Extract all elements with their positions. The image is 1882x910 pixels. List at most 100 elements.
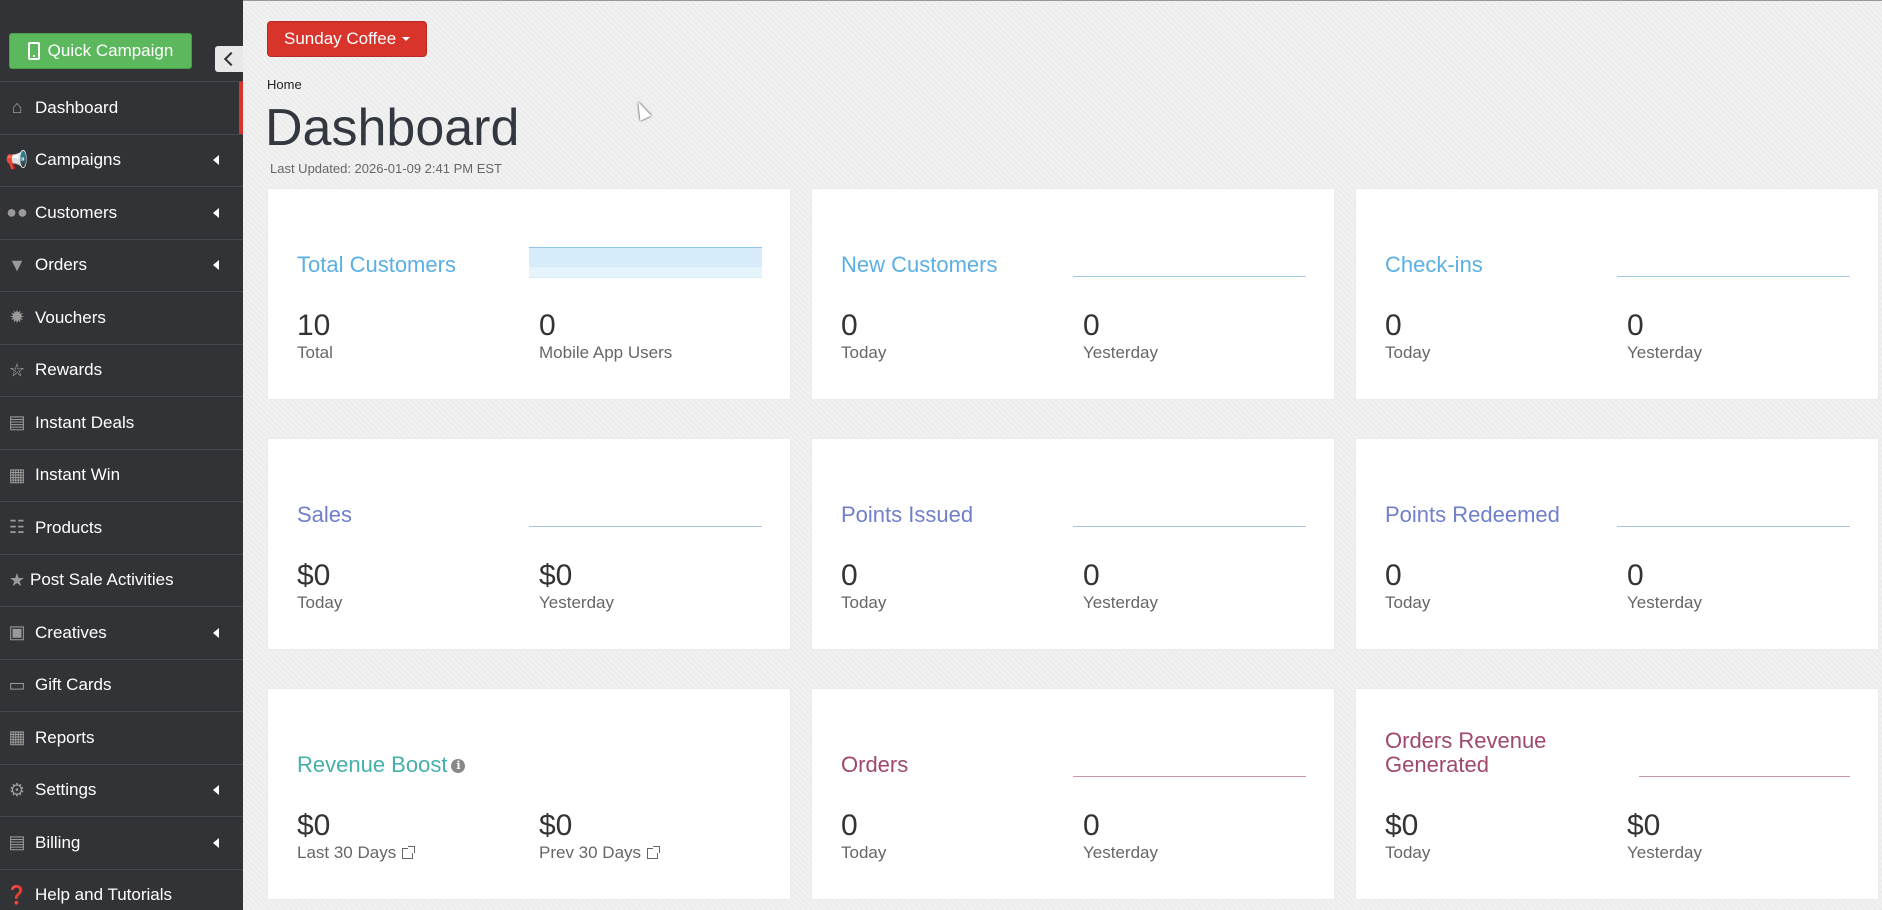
card-title[interactable]: Revenue Boost i xyxy=(297,753,466,777)
quick-campaign-label: Quick Campaign xyxy=(47,41,174,60)
caret-left-icon xyxy=(213,785,219,796)
sidebar-item-vouchers[interactable]: ✹ Vouchers xyxy=(0,291,243,344)
card-title[interactable]: Total Customers xyxy=(297,253,456,277)
stat-value: $0 xyxy=(539,559,573,592)
sidebar-item-campaigns[interactable]: 📢 Campaigns xyxy=(0,133,243,187)
sidebar-item-settings[interactable]: ⚙ Settings xyxy=(0,763,243,817)
sidebar-item-instant-deals[interactable]: ▤ Instant Deals xyxy=(0,396,243,449)
sidebar-item-label: Vouchers xyxy=(35,307,106,327)
sidebar-item-rewards[interactable]: ⛦ Rewards xyxy=(0,343,243,397)
revenue-boost-card: Revenue Boost i $0 Last 30 Days $0 Prev 3… xyxy=(268,689,790,899)
sidebar-item-label: Reports xyxy=(35,727,95,747)
sidebar-item-label: Orders xyxy=(35,255,87,275)
glass-icon: ▼ xyxy=(8,254,26,275)
stat-value: 0 xyxy=(1627,559,1644,592)
stat-value: $0 xyxy=(539,809,573,842)
sidebar-item-label: Post Sale Activities xyxy=(30,570,174,590)
stat-yesterday: 0 Yesterday xyxy=(1083,809,1158,863)
top-divider xyxy=(243,0,1882,1)
stat-value: $0 xyxy=(1627,809,1661,842)
total-customers-card: Total Customers 10 Total 0 Mobile App Us… xyxy=(268,189,790,399)
sidebar-item-label: Gift Cards xyxy=(35,675,112,695)
card-title[interactable]: Sales xyxy=(297,503,352,527)
sidebar-item-label: Customers xyxy=(35,202,118,222)
sales-card: Sales $0 Today $0 Yesterday xyxy=(268,439,790,649)
megaphone-icon: 📢 xyxy=(5,149,29,170)
stat-label: Yesterday xyxy=(1627,593,1702,612)
sidebar-nav: ⌂ Dashboard 📢 Campaigns ●● Customers ▼ O… xyxy=(0,81,243,910)
sidebar-item-gift-cards[interactable]: ▭ Gift Cards xyxy=(0,658,243,712)
collapse-sidebar-button[interactable] xyxy=(215,46,243,72)
orders-revenue-card: Orders Revenue Generated $0 Today $0 Yes… xyxy=(1356,689,1878,899)
points-redeemed-card: Points Redeemed 0 Today 0 Yesterday xyxy=(1356,439,1878,649)
sidebar-item-help[interactable]: ❓ Help and Tutorials xyxy=(0,868,243,910)
stat-prev-30-days: $0 Prev 30 Days xyxy=(539,809,661,863)
caret-left-icon xyxy=(213,207,219,218)
sidebar-item-label: Help and Tutorials xyxy=(35,885,173,905)
stat-label[interactable]: Last 30 Days xyxy=(297,843,416,863)
stat-value: 0 xyxy=(841,559,858,592)
caret-down-icon xyxy=(402,37,411,41)
stat-value: 0 xyxy=(539,309,556,342)
sidebar-item-reports[interactable]: ▦ Reports xyxy=(0,711,243,764)
stat-label: Today xyxy=(841,593,887,612)
gear-icon: ⚙ xyxy=(8,779,26,800)
stat-label: Yesterday xyxy=(1083,843,1158,862)
chevron-left-icon xyxy=(223,51,239,67)
stat-yesterday: 0 Yesterday xyxy=(1627,559,1702,613)
card-title[interactable]: Check-ins xyxy=(1385,253,1483,277)
stat-label-text: Prev 30 Days xyxy=(539,843,642,862)
sidebar-item-dashboard[interactable]: ⌂ Dashboard xyxy=(0,81,243,134)
stat-label: Today xyxy=(1385,593,1431,612)
stat-label: Today xyxy=(841,343,887,362)
card-title[interactable]: Points Redeemed xyxy=(1385,503,1560,527)
stat-yesterday: $0 Yesterday xyxy=(1627,809,1702,863)
stat-label[interactable]: Prev 30 Days xyxy=(539,843,661,863)
stat-value: 0 xyxy=(1385,309,1402,342)
stat-today: $0 Today xyxy=(1385,809,1430,863)
sidebar-item-label: Creatives xyxy=(35,622,107,642)
certificate-icon: ✹ xyxy=(9,307,25,328)
stat-label: Mobile App Users xyxy=(539,343,673,362)
users-icon: ●● xyxy=(6,202,28,223)
home-icon: ⌂ xyxy=(11,97,23,118)
stat-label: Yesterday xyxy=(539,593,614,612)
points-issued-card: Points Issued 0 Today 0 Yesterday xyxy=(812,439,1334,649)
sidebar-item-customers[interactable]: ●● Customers xyxy=(0,186,243,239)
stat-mobile-app-users: 0 Mobile App Users xyxy=(539,309,672,363)
card-title[interactable]: Orders xyxy=(841,753,908,777)
cart-icon: ☷ xyxy=(8,517,26,538)
external-link-icon[interactable] xyxy=(402,845,416,859)
stat-today: 0 Today xyxy=(1385,559,1430,613)
info-icon[interactable]: i xyxy=(451,759,466,774)
stat-value: $0 xyxy=(1385,809,1419,842)
sparkline-chart xyxy=(1073,276,1306,277)
stat-today: 0 Today xyxy=(841,559,886,613)
stat-today: 0 Today xyxy=(841,809,886,863)
sidebar-item-orders[interactable]: ▼ Orders xyxy=(0,238,243,292)
external-link-icon[interactable] xyxy=(647,845,661,859)
stat-today: 0 Today xyxy=(1385,309,1430,363)
sidebar-item-products[interactable]: ☷ Products xyxy=(0,501,243,554)
check-ins-card: Check-ins 0 Today 0 Yesterday xyxy=(1356,189,1878,399)
sidebar-item-billing[interactable]: ▤ Billing xyxy=(0,816,243,869)
stat-today: 0 Today xyxy=(841,309,886,363)
card-title[interactable]: New Customers xyxy=(841,253,997,277)
card-title[interactable]: Orders Revenue Generated xyxy=(1385,729,1585,777)
card-title[interactable]: Points Issued xyxy=(841,503,973,527)
sparkline-chart xyxy=(529,526,762,527)
orders-card: Orders 0 Today 0 Yesterday xyxy=(812,689,1334,899)
sidebar-item-post-sale-activities[interactable]: ★ Post Sale Activities xyxy=(0,553,243,607)
store-selector-label: Sunday Coffee xyxy=(284,29,397,48)
store-selector-button[interactable]: Sunday Coffee xyxy=(267,21,428,57)
sidebar-item-instant-win[interactable]: ▦ Instant Win xyxy=(0,448,243,502)
stat-value: 10 xyxy=(297,309,331,342)
sidebar-item-creatives[interactable]: ▣ Creatives xyxy=(0,606,243,659)
quick-campaign-button[interactable]: Quick Campaign xyxy=(9,33,192,69)
stat-value: 0 xyxy=(1627,309,1644,342)
sparkline-chart xyxy=(1639,776,1850,777)
gift-icon: ▦ xyxy=(8,464,26,485)
stat-total: 10 Total xyxy=(297,309,333,363)
breadcrumb[interactable]: Home xyxy=(267,77,302,92)
stat-value: 0 xyxy=(1083,559,1100,592)
